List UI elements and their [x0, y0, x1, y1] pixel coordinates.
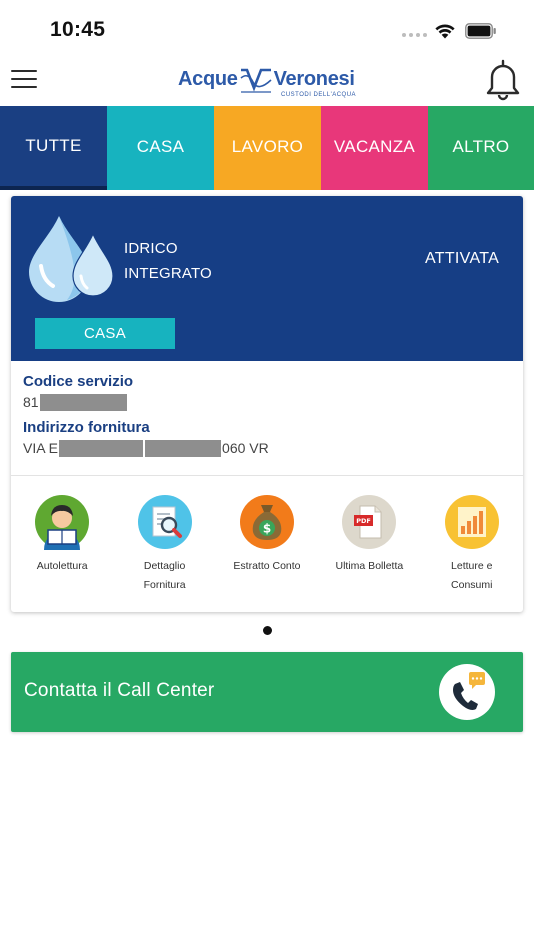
- action-ultima-bolletta[interactable]: PDF Ultima Bolletta: [318, 494, 420, 595]
- pdf-icon: PDF: [341, 494, 397, 550]
- card-divider: [11, 475, 523, 476]
- reader-avatar-icon: [34, 494, 90, 550]
- redacted-block: [39, 393, 127, 411]
- action-dettaglio-fornitura[interactable]: Dettaglio Fornitura: [113, 494, 215, 595]
- hamburger-menu-icon[interactable]: [11, 70, 37, 90]
- service-info: Codice servizio 81 Indirizzo fornitura V…: [23, 372, 513, 464]
- action-autolettura[interactable]: Autolettura: [11, 494, 113, 595]
- wifi-icon: [435, 24, 455, 39]
- app-header: Acque Veronesi CUSTODI DELL'ACQUA: [0, 58, 534, 106]
- action-estratto-conto[interactable]: $ Estratto Conto: [216, 494, 318, 595]
- svg-text:PDF: PDF: [357, 517, 372, 525]
- logo-wave-mark-icon: [240, 68, 272, 93]
- service-tag-casa: CASA: [35, 318, 175, 349]
- bar-chart-icon: [444, 494, 500, 550]
- tab-lavoro[interactable]: LAVORO: [214, 106, 321, 190]
- logo-text-right: Veronesi: [273, 68, 355, 90]
- svg-text:$: $: [263, 522, 271, 536]
- action-label: Estratto Conto: [233, 560, 301, 572]
- service-actions: Autolettura Dettaglio Fornitura $ Estrat…: [11, 494, 523, 595]
- action-label: Autolettura: [36, 560, 88, 572]
- tab-vacanza[interactable]: VACANZA: [321, 106, 428, 190]
- document-search-icon: [137, 494, 193, 550]
- action-letture-consumi[interactable]: Letture e Consumi: [421, 494, 523, 595]
- indirizzo-value-suffix: 060 VR: [222, 440, 269, 456]
- action-label: Letture e Consumi: [451, 560, 493, 591]
- indirizzo-value-prefix: VIA E: [23, 440, 59, 456]
- status-bar: 10:45: [0, 0, 534, 58]
- action-label: Ultima Bolletta: [335, 560, 404, 572]
- tab-tutte[interactable]: TUTTE: [0, 106, 107, 190]
- redacted-block: [145, 439, 222, 457]
- logo-tagline: CUSTODI DELL'ACQUA: [281, 92, 357, 98]
- action-label: Dettaglio Fornitura: [143, 560, 186, 591]
- service-type-line1: IDRICO: [124, 240, 178, 257]
- service-card-header: IDRICO INTEGRATO ATTIVATA CASA: [11, 196, 523, 361]
- category-tabs: TUTTE CASA LAVORO VACANZA ALTRO: [0, 106, 534, 190]
- service-type-line2: INTEGRATO: [124, 265, 212, 282]
- codice-value-text: 81: [23, 394, 39, 410]
- service-status: ATTIVATA: [425, 250, 500, 267]
- acque-veronesi-logo: Acque Veronesi CUSTODI DELL'ACQUA: [178, 66, 357, 104]
- status-time: 10:45: [50, 18, 106, 41]
- notification-bell-icon[interactable]: [484, 58, 522, 102]
- water-drops-icon: [29, 216, 114, 302]
- tab-altro[interactable]: ALTRO: [428, 106, 534, 190]
- call-center-button[interactable]: Contatta il Call Center: [11, 652, 523, 732]
- codice-servizio-value: 81: [23, 392, 513, 412]
- battery-icon: [465, 23, 496, 39]
- service-card[interactable]: IDRICO INTEGRATO ATTIVATA CASA Codice se…: [11, 196, 523, 612]
- phone-chat-icon: [439, 664, 495, 720]
- call-center-label: Contatta il Call Center: [24, 680, 215, 701]
- service-type: IDRICO INTEGRATO: [124, 236, 212, 286]
- indirizzo-fornitura-label: Indirizzo fornitura: [23, 419, 150, 436]
- signal-dots-icon: [402, 33, 427, 37]
- page-indicator-dot: [263, 626, 272, 635]
- redacted-block: [59, 439, 144, 457]
- indirizzo-fornitura-value: VIA E 060 VR: [23, 438, 513, 458]
- codice-servizio-label: Codice servizio: [23, 373, 134, 390]
- money-bag-icon: $: [239, 494, 295, 550]
- tab-casa[interactable]: CASA: [107, 106, 214, 190]
- logo-text-left: Acque: [178, 68, 238, 90]
